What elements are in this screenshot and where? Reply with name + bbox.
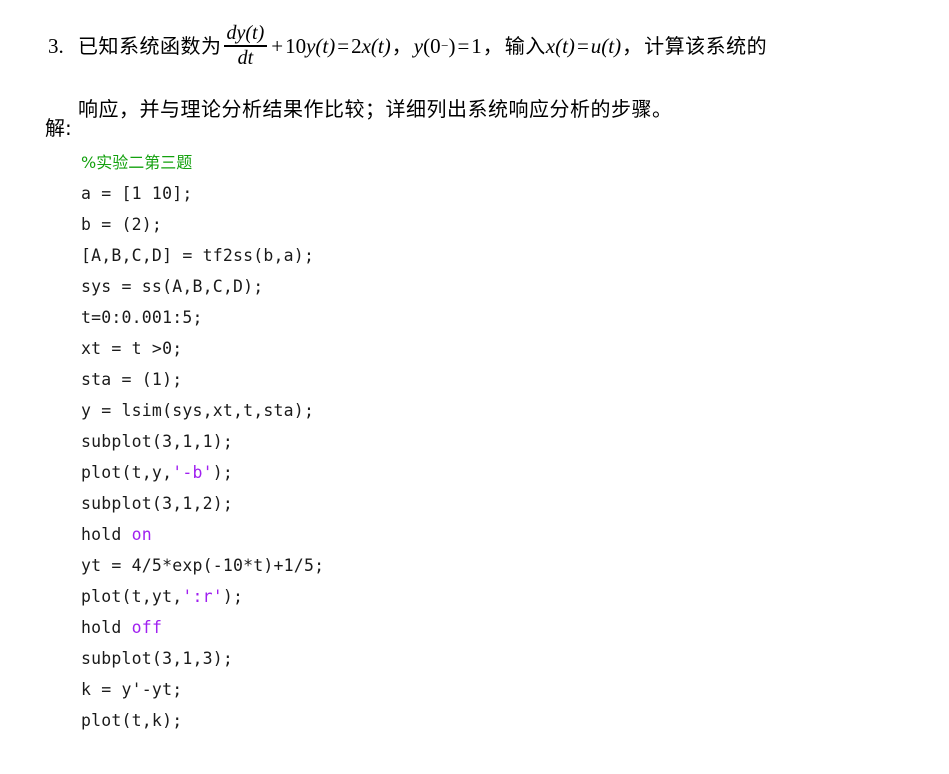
code-line: t=0:0.001:5;	[81, 302, 324, 333]
code-token-plain: subplot(3,1,1);	[81, 432, 234, 451]
code-token-plain: hold	[81, 618, 132, 637]
initial-equals: =	[457, 34, 470, 58]
code-line: hold off	[81, 612, 324, 643]
code-token-plain: );	[222, 587, 244, 606]
input-equation: x(t) = u(t)	[546, 31, 621, 61]
code-token-plain: );	[212, 463, 234, 482]
code-line: subplot(3,1,3);	[81, 643, 324, 674]
code-token-plain: sta = (1);	[81, 370, 183, 389]
code-line: subplot(3,1,2);	[81, 488, 324, 519]
code-token-keyword: off	[131, 618, 163, 637]
code-token-plain: k = y'-yt;	[81, 680, 183, 699]
code-line: a = [1 10];	[81, 178, 324, 209]
input-label: 输入	[504, 34, 546, 58]
code-line: k = y'-yt;	[81, 674, 324, 705]
x-of-t-term: x(t)	[361, 34, 391, 58]
comma-1: ，	[391, 34, 412, 58]
derivative-fraction: dy(t) dt	[223, 22, 268, 69]
code-line: [A,B,C,D] = tf2ss(b,a);	[81, 240, 324, 271]
code-line: sys = ss(A,B,C,D);	[81, 271, 324, 302]
initial-condition: y(0−) = 1	[414, 31, 482, 61]
code-token-plain: b = (2);	[81, 215, 163, 234]
code-line: %实验二第三题	[81, 147, 324, 178]
initial-y: y	[413, 34, 424, 58]
code-token-plain: sys = ss(A,B,C,D);	[81, 277, 264, 296]
code-token-plain: subplot(3,1,2);	[81, 494, 234, 513]
differential-equation: dy(t) dt + 10 y(t) = 2 x(t)	[222, 23, 391, 69]
code-token-plain: y = lsim(sys,xt,t,sta);	[81, 401, 315, 420]
code-line: subplot(3,1,1);	[81, 426, 324, 457]
problem-line-1: 3. 已知系统函数为 dy(t) dt + 10 y(t) = 2 x(t) ，…	[48, 16, 928, 76]
code-token-plain: [A,B,C,D] = tf2ss(b,a);	[81, 246, 315, 265]
equals-operator: =	[337, 34, 350, 58]
initial-zero: 0	[430, 34, 441, 58]
input-u-of-t: u(t)	[590, 34, 622, 58]
code-line: plot(t,yt,':r');	[81, 581, 324, 612]
initial-close-paren: )	[448, 34, 456, 58]
code-token-plain: subplot(3,1,3);	[81, 649, 234, 668]
initial-open-paren: (	[423, 34, 431, 58]
code-token-plain: t=0:0.001:5;	[81, 308, 203, 327]
coefficient-2: 2	[351, 34, 362, 58]
matlab-code-block: %实验二第三题 a = [1 10]; b = (2); [A,B,C,D] = tf…	[81, 147, 324, 736]
problem-statement: 3. 已知系统函数为 dy(t) dt + 10 y(t) = 2 x(t) ，…	[48, 16, 928, 121]
problem-number: 3.	[48, 34, 64, 58]
input-equals: =	[576, 34, 589, 58]
input-x-of-t: x(t)	[545, 34, 575, 58]
problem-text-intro: 已知系统函数为	[78, 34, 222, 58]
fraction-denominator: dt	[237, 46, 254, 69]
code-line: plot(t,y,'-b');	[81, 457, 324, 488]
code-token-string: '-b'	[172, 463, 213, 482]
fraction-numerator: dy(t)	[226, 22, 265, 45]
document-page: 3. 已知系统函数为 dy(t) dt + 10 y(t) = 2 x(t) ，…	[0, 0, 949, 774]
code-token-plain: a = [1 10];	[81, 184, 193, 203]
code-line: y = lsim(sys,xt,t,sta);	[81, 395, 324, 426]
y-of-t-term: y(t)	[306, 34, 336, 58]
code-line: xt = t >0;	[81, 333, 324, 364]
code-line: hold on	[81, 519, 324, 550]
comma-2: ，	[482, 34, 503, 58]
initial-value: 1	[471, 34, 482, 58]
code-line: yt = 4/5*exp(-10*t)+1/5;	[81, 550, 324, 581]
code-token-keyword: on	[131, 525, 152, 544]
code-token-plain: xt = t >0;	[81, 339, 183, 358]
code-token-string: ':r'	[182, 587, 223, 606]
code-token-plain: plot(t,k);	[81, 711, 183, 730]
problem-line-2: 响应，并与理论分析结果作比较；详细列出系统响应分析的步骤。	[78, 97, 673, 121]
comma-3: ，	[622, 34, 643, 58]
solution-label: 解:	[45, 116, 72, 140]
code-token-plain: yt = 4/5*exp(-10*t)+1/5;	[81, 556, 325, 575]
problem-text-tail: 计算该系统的	[644, 34, 768, 58]
coefficient-10: 10	[285, 34, 307, 58]
code-token-plain: plot(t,y,	[81, 463, 173, 482]
code-token-plain: hold	[81, 525, 132, 544]
plus-operator: +	[271, 34, 284, 58]
code-line: sta = (1);	[81, 364, 324, 395]
code-line: b = (2);	[81, 209, 324, 240]
code-token-comment: %实验二第三题	[81, 153, 193, 172]
code-line: plot(t,k);	[81, 705, 324, 736]
code-token-plain: plot(t,yt,	[81, 587, 183, 606]
